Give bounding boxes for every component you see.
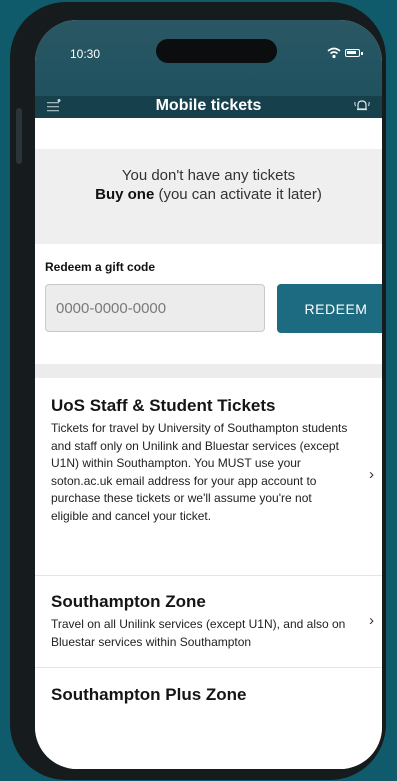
bell-icon[interactable] xyxy=(353,97,371,115)
gift-code-panel: Redeem a gift code REDEEM xyxy=(35,244,382,364)
ticket-description: Travel on all Unilink services (except U… xyxy=(51,617,346,649)
ticket-item-uos[interactable]: UoS Staff & Student Tickets Tickets for … xyxy=(35,378,382,576)
dynamic-island xyxy=(156,39,277,63)
section-divider xyxy=(35,364,382,378)
status-bar: 10:30 xyxy=(35,20,382,96)
page-title: Mobile tickets xyxy=(155,97,262,114)
ticket-title: Southampton Plus Zone xyxy=(51,685,247,704)
buy-one-link[interactable]: Buy one xyxy=(95,186,154,203)
screen: 10:30 Mobile tickets You don't have any … xyxy=(35,20,382,769)
ticket-item-southampton-plus-zone[interactable]: Southampton Plus Zone xyxy=(35,668,382,769)
empty-tickets-message: You don't have any tickets Buy one (you … xyxy=(35,149,382,244)
ticket-item-southampton-zone[interactable]: Southampton Zone Travel on all Unilink s… xyxy=(35,576,382,668)
status-time: 10:30 xyxy=(70,47,101,61)
phone-frame: 10:30 Mobile tickets You don't have any … xyxy=(10,2,386,780)
spacer xyxy=(35,118,382,149)
redeem-button[interactable]: REDEEM xyxy=(277,284,382,333)
ticket-list: UoS Staff & Student Tickets Tickets for … xyxy=(35,378,382,769)
ticket-description: Tickets for travel by University of Sout… xyxy=(51,421,348,523)
no-tickets-text: You don't have any tickets xyxy=(121,167,296,184)
app-header: Mobile tickets xyxy=(35,96,382,118)
ticket-title: Southampton Zone xyxy=(51,592,206,611)
chevron-right-icon: › xyxy=(369,466,374,483)
buy-prompt: Buy one (you can activate it later) xyxy=(35,186,382,203)
side-button xyxy=(16,108,22,164)
battery-icon xyxy=(345,49,363,57)
gift-code-label: Redeem a gift code xyxy=(45,260,156,274)
wifi-icon xyxy=(327,47,341,59)
buy-prompt-rest: (you can activate it later) xyxy=(154,186,322,203)
ticket-title: UoS Staff & Student Tickets xyxy=(51,396,276,415)
gift-code-input[interactable] xyxy=(45,284,265,332)
chevron-right-icon: › xyxy=(369,612,374,629)
